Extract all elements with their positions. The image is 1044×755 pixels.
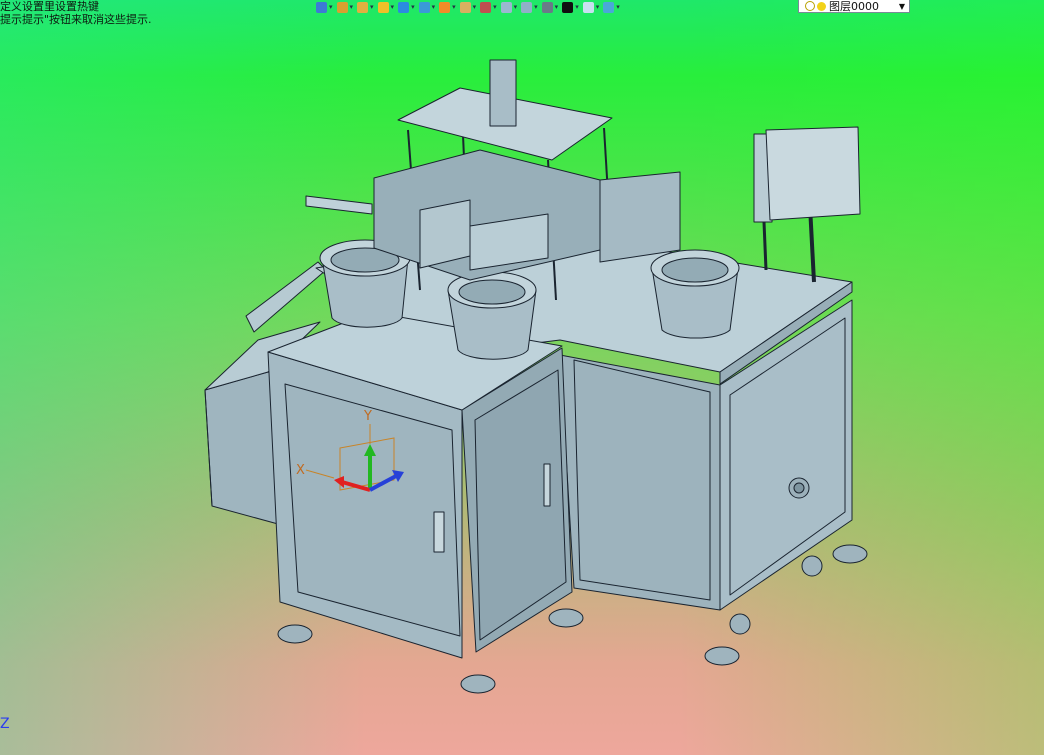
cad-viewport[interactable]: Y X — [0, 0, 1044, 755]
vibratory-bowl-center — [447, 271, 537, 360]
triad-x-label: X — [296, 463, 305, 478]
left-cabinet — [267, 311, 573, 659]
feed-chute — [245, 261, 327, 333]
corner-axis-label: Z — [0, 716, 10, 732]
triad-y-label: Y — [363, 409, 372, 424]
control-panel — [753, 126, 861, 283]
vibratory-bowl-right — [650, 249, 740, 339]
